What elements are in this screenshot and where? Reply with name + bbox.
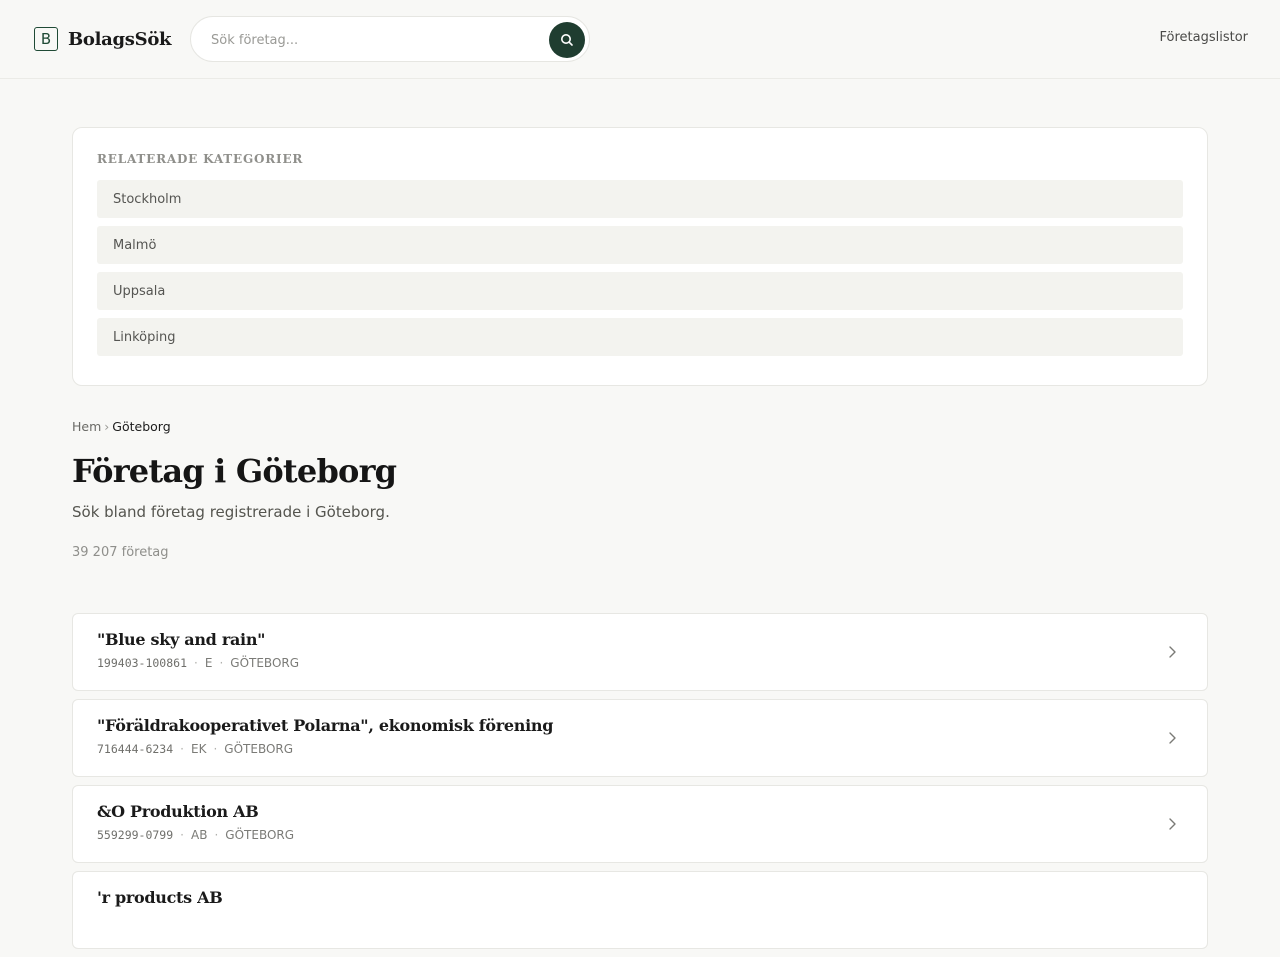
breadcrumb-home[interactable]: Hem bbox=[72, 419, 101, 434]
company-count: 39 207 företag bbox=[72, 545, 169, 560]
meta-separator: · bbox=[180, 828, 184, 842]
breadcrumb-separator: › bbox=[104, 419, 110, 434]
related-categories-card: RELATERADE KATEGORIER Stockholm Malmö Up… bbox=[72, 127, 1208, 386]
chevron-right-icon bbox=[1169, 646, 1176, 658]
meta-separator: · bbox=[194, 656, 198, 670]
page-subtitle: Sök bland företag registrerade i Götebor… bbox=[72, 503, 390, 521]
company-type: EK bbox=[191, 742, 207, 756]
site-header: B BolagsSök Företagslistor bbox=[0, 0, 1280, 79]
search-icon bbox=[561, 34, 573, 46]
company-row[interactable]: "Blue sky and rain" 199403-100861 · E · … bbox=[72, 613, 1208, 691]
company-row[interactable]: &O Produktion AB 559299-0799 · AB · GÖTE… bbox=[72, 785, 1208, 863]
logo-icon: B bbox=[34, 27, 58, 51]
page-title: Företag i Göteborg bbox=[72, 452, 397, 490]
chevron-right-icon bbox=[1169, 818, 1176, 830]
company-name: "Blue sky and rain" bbox=[97, 630, 266, 649]
company-row[interactable]: 'r products AB bbox=[72, 871, 1208, 949]
related-categories-title: RELATERADE KATEGORIER bbox=[97, 152, 304, 166]
company-meta: 559299-0799 · AB · GÖTEBORG bbox=[97, 828, 294, 842]
breadcrumb-current: Göteborg bbox=[112, 419, 171, 434]
company-name: "Föräldrakooperativet Polarna", ekonomis… bbox=[97, 716, 554, 735]
meta-separator: · bbox=[180, 742, 184, 756]
breadcrumb: Hem › Göteborg bbox=[72, 419, 1208, 434]
category-item-uppsala[interactable]: Uppsala bbox=[97, 272, 1183, 310]
nav-link-company-lists[interactable]: Företagslistor bbox=[1159, 30, 1248, 45]
meta-separator: · bbox=[213, 742, 218, 756]
company-name: 'r products AB bbox=[97, 888, 223, 907]
company-city: GÖTEBORG bbox=[224, 742, 294, 756]
logo[interactable]: B BolagsSök bbox=[34, 27, 172, 51]
meta-separator: · bbox=[219, 656, 224, 670]
meta-separator: · bbox=[214, 828, 219, 842]
company-city: GÖTEBORG bbox=[230, 656, 300, 670]
company-meta: 716444-6234 · EK · GÖTEBORG bbox=[97, 742, 293, 756]
company-type: AB bbox=[191, 828, 208, 842]
search-box bbox=[190, 16, 590, 62]
company-row[interactable]: "Föräldrakooperativet Polarna", ekonomis… bbox=[72, 699, 1208, 777]
company-list: "Blue sky and rain" 199403-100861 · E · … bbox=[72, 613, 1208, 957]
category-item-linkoping[interactable]: Linköping bbox=[97, 318, 1183, 356]
company-type: E bbox=[204, 656, 213, 670]
category-item-stockholm[interactable]: Stockholm bbox=[97, 180, 1183, 218]
company-city: GÖTEBORG bbox=[225, 828, 295, 842]
org-number: 716444-6234 bbox=[97, 742, 174, 756]
search-button[interactable] bbox=[549, 22, 585, 58]
logo-text: BolagsSök bbox=[68, 28, 172, 50]
category-item-malmo[interactable]: Malmö bbox=[97, 226, 1183, 264]
org-number: 199403-100861 bbox=[97, 656, 188, 670]
company-name: &O Produktion AB bbox=[97, 802, 259, 821]
chevron-right-icon bbox=[1169, 732, 1176, 744]
search-input[interactable] bbox=[211, 29, 531, 51]
company-meta: 199403-100861 · E · GÖTEBORG bbox=[97, 656, 299, 670]
org-number: 559299-0799 bbox=[97, 828, 174, 842]
